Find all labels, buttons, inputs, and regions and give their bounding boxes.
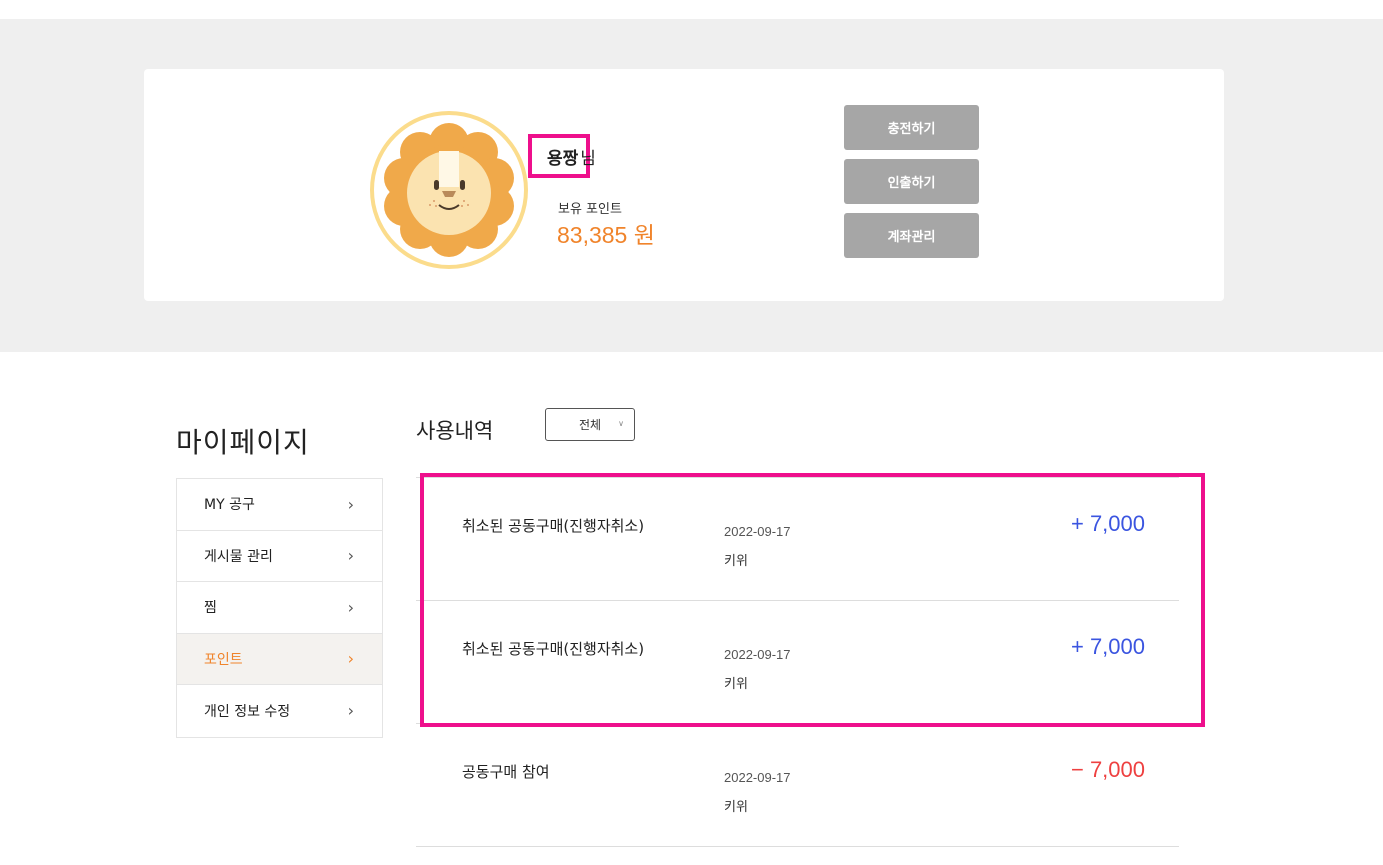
history-row: 공동구매 참여 2022-09-17 키위 − 7,000 <box>416 724 1179 847</box>
filter-value: 전체 <box>578 418 602 432</box>
chevron-right-icon: › <box>347 701 354 721</box>
history-desc: 취소된 공동구매(진행자취소) <box>462 517 645 535</box>
history-date: 2022-09-17 <box>724 524 791 539</box>
sidebar-item-wishlist[interactable]: 찜 › <box>177 582 382 634</box>
charge-button[interactable]: 충전하기 <box>844 105 979 150</box>
page-title: 마이페이지 <box>176 426 310 459</box>
history-amount: + 7,000 <box>1070 634 1145 659</box>
sidebar-item-posts[interactable]: 게시물 관리 › <box>177 531 382 582</box>
sidebar-item-label: 포인트 <box>204 651 243 668</box>
chevron-right-icon: › <box>347 649 354 669</box>
chevron-right-icon: › <box>347 597 354 617</box>
account-manage-button[interactable]: 계좌관리 <box>844 213 979 258</box>
filter-select[interactable]: 전체 ∨ <box>545 408 635 441</box>
chevron-right-icon: › <box>347 494 354 514</box>
user-name-line: 용짱 님 <box>528 134 596 178</box>
history-date: 2022-09-17 <box>724 647 791 662</box>
profile-card: 용짱 님 보유 포인트 83,385 원 충전하기 인출하기 계좌관리 <box>144 69 1224 301</box>
history-row: 취소된 공동구매(진행자취소) 2022-09-17 키위 + 7,000 <box>416 601 1179 724</box>
sidebar-item-edit-profile[interactable]: 개인 정보 수정 › <box>177 685 382 737</box>
profile-header: 용짱 님 보유 포인트 83,385 원 충전하기 인출하기 계좌관리 <box>0 19 1383 352</box>
sidebar-menu: MY 공구 › 게시물 관리 › 찜 › 포인트 › 개인 정보 수정 › <box>176 478 383 738</box>
points-value: 83,385 원 <box>557 222 655 248</box>
chevron-right-icon: › <box>347 546 354 566</box>
history-item-name: 키위 <box>724 677 748 692</box>
history-desc: 공동구매 참여 <box>462 763 550 781</box>
sidebar-item-label: 게시물 관리 <box>204 548 273 565</box>
withdraw-button[interactable]: 인출하기 <box>844 159 979 204</box>
sidebar-item-label: 개인 정보 수정 <box>204 703 291 720</box>
sidebar-item-label: MY 공구 <box>204 497 255 514</box>
lion-avatar-icon <box>384 123 514 257</box>
history-amount: + 7,000 <box>1070 511 1145 536</box>
history-desc: 취소된 공동구매(진행자취소) <box>462 640 645 658</box>
honorific: 님 <box>580 149 596 169</box>
history-date: 2022-09-17 <box>724 770 791 785</box>
avatar <box>370 111 528 269</box>
sidebar-item-label: 찜 <box>204 600 217 617</box>
history-amount: − 7,000 <box>1070 757 1145 782</box>
history-list: 취소된 공동구매(진행자취소) 2022-09-17 키위 + 7,000 취소… <box>416 477 1179 847</box>
chevron-down-icon: ∨ <box>618 419 624 428</box>
points-label: 보유 포인트 <box>558 202 622 217</box>
sidebar-item-my-group-buy[interactable]: MY 공구 › <box>177 479 382 531</box>
history-row: 취소된 공동구매(진행자취소) 2022-09-17 키위 + 7,000 <box>416 478 1179 601</box>
sidebar-item-points[interactable]: 포인트 › <box>177 633 382 685</box>
history-title: 사용내역 <box>416 419 494 443</box>
history-item-name: 키위 <box>724 800 748 815</box>
history-item-name: 키위 <box>724 554 748 569</box>
